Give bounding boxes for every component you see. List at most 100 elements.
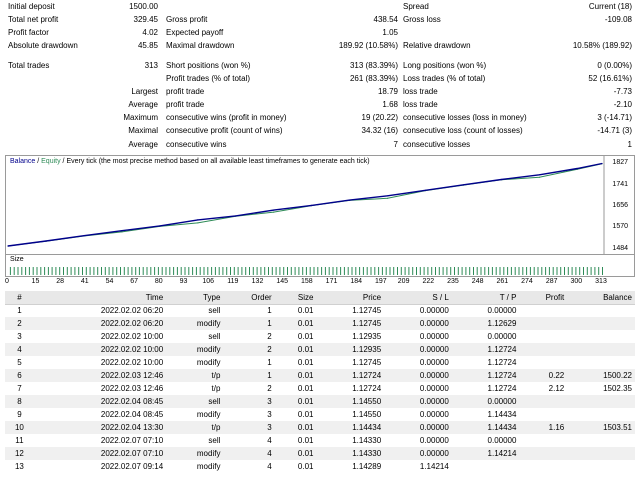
size-bar: [192, 267, 194, 275]
col-time-cell: 2022.02.02 10:00: [100, 332, 164, 341]
col-index-cell: 8: [5, 395, 34, 408]
short-positions-value: 313 (83.39%): [349, 61, 398, 70]
data-point-balance: [538, 174, 541, 176]
col-balance-cell: [567, 317, 635, 330]
y-tick-label: 1570: [612, 223, 628, 231]
largest-loss-label: loss trade: [403, 87, 438, 96]
size-bar: [89, 267, 91, 275]
table-row[interactable]: 10 2022.02.04 13:30 t/p 3 0.01 1.14434 0.00000…: [5, 421, 635, 434]
size-bar: [594, 267, 596, 275]
size-bar: [260, 267, 262, 275]
col-profit-header[interactable]: Profit: [519, 291, 568, 305]
size-bar: [332, 267, 334, 275]
col-sl-cell: 0.00000: [419, 358, 449, 367]
y-tick-label: 1484: [612, 245, 628, 252]
summary-row-largest: Largest profit trade 18.79 loss trade -7…: [0, 85, 640, 98]
size-bar: [268, 267, 269, 275]
size-bar: [9, 267, 11, 275]
x-tick-label: 261: [496, 278, 509, 285]
x-tick-label: 171: [325, 278, 338, 285]
col-index-header[interactable]: #: [5, 291, 34, 305]
size-bar: [112, 267, 114, 275]
size-bar: [412, 267, 414, 275]
loss-trades-label: Loss trades (% of total): [403, 74, 486, 83]
size-bar: [165, 267, 167, 275]
col-tp-cell: 1.12724: [487, 358, 517, 367]
data-point-balance: [45, 240, 47, 242]
x-tick-label: 93: [179, 278, 188, 285]
table-row[interactable]: 1 2022.02.02 06:20 sell 1 0.01 1.12745 0.00000…: [5, 304, 635, 317]
maximal-drawdown-value: 189.92 (10.58%): [338, 41, 398, 50]
size-bar: [241, 267, 243, 275]
x-tick-label: 158: [301, 278, 313, 285]
size-bar: [469, 267, 471, 275]
table-row[interactable]: 6 2022.02.03 12:46 t/p 1 0.01 1.12724 0.00000 1…: [5, 369, 635, 382]
data-point-equity: [273, 211, 275, 213]
col-time-cell: 2022.02.02 06:20: [33, 317, 167, 330]
col-tp-cell: 1.12724: [487, 384, 517, 393]
size-bar: [279, 267, 281, 275]
col-order-header[interactable]: Order: [223, 291, 275, 305]
table-row[interactable]: 3 2022.02.02 10:00 sell 2 0.01 1.12935 0.00000…: [5, 330, 635, 343]
col-order-cell: 1: [267, 306, 272, 316]
col-tp-cell: 0.00000: [487, 332, 517, 341]
size-bar: [408, 267, 410, 275]
size-bar: [393, 267, 395, 275]
size-bar: [362, 267, 364, 275]
table-header-row: # Time Type Order Size Price S / LT / P Profit B…: [5, 291, 635, 305]
size-bar: [541, 267, 543, 275]
size-bar: [131, 267, 133, 275]
size-bar: [305, 267, 307, 275]
size-bar: [503, 267, 505, 275]
size-bar: [507, 267, 509, 275]
max-cons-wins-value: 19 (20.22): [361, 113, 398, 122]
summary-row-maximal: Maximal consecutive profit (count of win…: [0, 124, 640, 137]
col-profit-cell: [519, 447, 568, 460]
size-chart-svg: [9, 267, 603, 275]
col-type-header[interactable]: Type: [166, 291, 224, 305]
col-price-header[interactable]: Price: [316, 291, 385, 305]
gross-profit-label: Gross profit: [166, 15, 208, 24]
col-size-header[interactable]: Size: [274, 291, 317, 305]
col-type-cell: t/p: [166, 421, 224, 434]
size-bar: [28, 267, 30, 275]
size-bar: [82, 267, 83, 275]
table-row[interactable]: 13 2022.02.07 09:14 modify 4 0.01 1.14289 1.14…: [5, 460, 635, 473]
size-bar: [51, 267, 53, 275]
table-row[interactable]: 11 2022.02.07 07:10 sell 4 0.01 1.14330 0.0000…: [5, 434, 635, 447]
col-time-header[interactable]: Time: [33, 291, 167, 305]
table-row[interactable]: 4 2022.02.02 10:00 modify 2 0.01 1.12935 0.000…: [5, 343, 635, 356]
table-row[interactable]: 2 2022.02.02 06:20 modify 1 0.01 1.12745 0.000…: [5, 317, 635, 330]
size-bar: [347, 267, 349, 275]
x-tick-label: 0: [5, 278, 9, 285]
table-row[interactable]: 12 2022.02.07 07:10 modify 4 0.01 1.14330 0.00…: [5, 447, 635, 460]
x-tick-label: 197: [375, 278, 387, 285]
size-bar: [586, 267, 588, 275]
col-profit-cell: 0.22: [519, 369, 568, 382]
table-row[interactable]: 7 2022.02.03 12:46 t/p 2 0.01 1.12724 0.00000 1…: [5, 382, 635, 395]
table-row[interactable]: 5 2022.02.02 10:00 modify 1 0.01 1.12745 0.000…: [5, 356, 635, 369]
col-tp-cell: 1.12724: [451, 343, 520, 356]
data-point-balance: [159, 225, 161, 227]
size-bar: [381, 267, 383, 275]
absolute-drawdown-label: Absolute drawdown: [8, 41, 78, 50]
col-sl-cell: 0.00000: [384, 369, 452, 382]
col-price-cell: 1.14434: [316, 421, 385, 434]
table-row[interactable]: 9 2022.02.04 08:45 modify 3 0.01 1.14550 0.000…: [5, 408, 635, 421]
col-profit-cell: 2.12: [548, 384, 565, 393]
size-bar: [378, 267, 380, 275]
col-tp-header[interactable]: T / P: [451, 291, 520, 305]
size-bar: [150, 267, 152, 275]
maximal-cons-profit-label: consecutive profit (count of wins): [166, 126, 283, 135]
col-order-cell: 2: [267, 384, 272, 393]
col-balance-cell: [567, 356, 635, 369]
size-bar: [499, 267, 501, 275]
col-sl-cell: 0.00000: [384, 317, 452, 330]
data-point-equity: [197, 222, 199, 224]
col-sl-header[interactable]: S / L: [384, 291, 452, 305]
size-bar: [233, 267, 235, 275]
col-balance-header[interactable]: Balance: [567, 291, 635, 305]
table-row[interactable]: 8 2022.02.04 08:45 sell 3 0.01 1.14550 0.00000…: [5, 395, 635, 408]
col-type-cell: sell: [208, 332, 221, 341]
col-price-cell: 1.12935: [316, 343, 385, 356]
